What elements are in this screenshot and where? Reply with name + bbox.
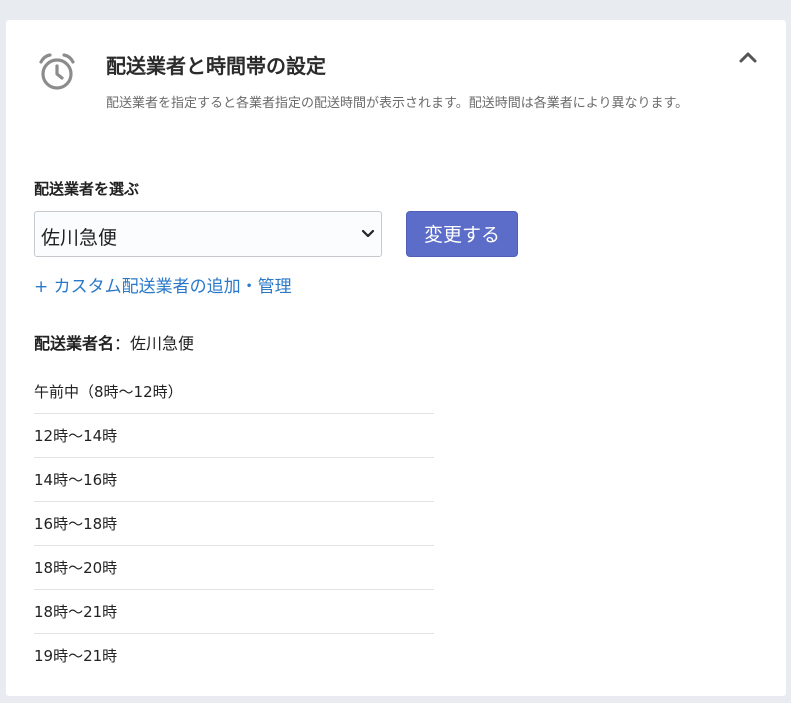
section-title: 配送業者と時間帯の設定 xyxy=(106,54,326,78)
carrier-select[interactable]: 佐川急便 xyxy=(34,211,382,257)
time-slot-list: 午前中（8時～12時） 12時～14時 14時～16時 16時～18時 18時～… xyxy=(34,370,434,678)
carrier-name-label: 配送業者名 xyxy=(34,334,115,353)
alarm-clock-icon xyxy=(39,53,75,90)
time-slot-item: 12時～14時 xyxy=(34,414,434,458)
time-slot-item: 14時～16時 xyxy=(34,458,434,502)
carrier-select-value: 佐川急便 xyxy=(41,227,118,249)
carrier-name-separator: ： xyxy=(114,334,131,353)
chevron-up-icon[interactable] xyxy=(734,46,762,70)
time-slot-item: 18時～20時 xyxy=(34,546,434,590)
chevron-down-icon xyxy=(361,229,375,238)
delivery-settings-card: 配送業者と時間帯の設定 配送業者を指定すると各業者指定の配送時間が表示されます。… xyxy=(6,20,786,696)
add-custom-carrier-link[interactable]: + カスタム配送業者の追加・管理 xyxy=(34,272,292,297)
carrier-name-row: 配送業者名：佐川急便 xyxy=(34,330,194,354)
carrier-select-label: 配送業者を選ぶ xyxy=(34,180,140,198)
time-slot-item: 18時～21時 xyxy=(34,590,434,634)
change-button[interactable]: 変更する xyxy=(406,211,518,257)
time-slot-item: 16時～18時 xyxy=(34,502,434,546)
time-slot-item: 19時～21時 xyxy=(34,647,118,665)
section-description: 配送業者を指定すると各業者指定の配送時間が表示されます。配送時間は各業者により異… xyxy=(106,96,689,111)
time-slot-item: 午前中（8時～12時） xyxy=(34,370,434,414)
carrier-name-value: 佐川急便 xyxy=(130,334,195,353)
